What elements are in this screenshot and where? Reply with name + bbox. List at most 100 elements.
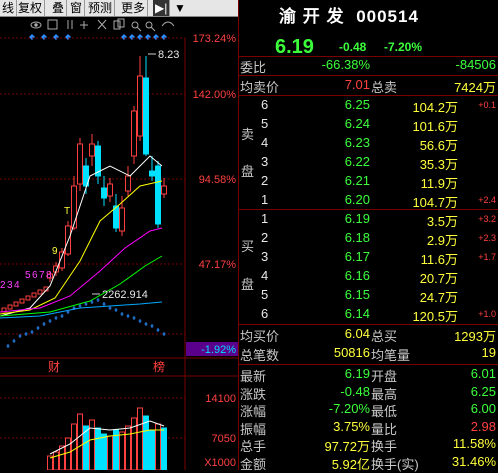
- avg-sell-label: 均卖价: [240, 80, 280, 95]
- stat-label: 涨跌: [240, 386, 267, 402]
- avg-buy-row: 均买价 6.04 总买 1293万: [239, 326, 498, 344]
- stat-value: 2.98: [470, 418, 496, 434]
- level-index: 6: [261, 97, 269, 112]
- volume-bar: [77, 413, 83, 470]
- stat-row: 总手 97.72万 换手 11.58%: [239, 436, 498, 454]
- marker-diamond: [29, 34, 35, 40]
- pct-label-4: 47.17%: [199, 259, 237, 271]
- divider: [239, 364, 498, 365]
- marker-diamond: [121, 34, 127, 40]
- volume-bar: [89, 419, 95, 470]
- toolbar-collapse-icon[interactable]: ▶|: [153, 0, 171, 16]
- volume-bar: [149, 429, 155, 470]
- divider: [239, 209, 498, 210]
- toolbar-line-button[interactable]: 线: [0, 0, 18, 16]
- total-buy-value: 1293万: [454, 329, 496, 344]
- total-trades-label: 总笔数: [240, 348, 280, 363]
- level-index: 3: [261, 154, 269, 169]
- marker-diamond: [53, 34, 59, 40]
- stat-row: 金额 5.92亿 换手(实) 31.46%: [239, 454, 498, 472]
- sell-level-row: 5 6.24 101.6万: [239, 116, 498, 134]
- sell-level-row: 4 6.23 56.6万: [239, 135, 498, 153]
- toolbar-more-button[interactable]: 更多: [119, 0, 149, 16]
- level-volume: 11.9万: [420, 176, 458, 191]
- candle-body: [31, 292, 37, 298]
- stat-value: 97.72万: [324, 439, 370, 454]
- candle-body: [19, 298, 25, 304]
- level-price: 6.21: [344, 173, 370, 188]
- level-diff: +0.1: [478, 100, 496, 110]
- total-trades-value: 50816: [333, 345, 370, 360]
- level-price: 6.23: [344, 135, 370, 150]
- wave-label-7: 7: [39, 270, 45, 281]
- volume-bar: [125, 425, 131, 470]
- toolbar-overlay-button[interactable]: 叠: [50, 0, 68, 16]
- level-volume: 104.2万: [412, 100, 458, 115]
- rank-mark[interactable]: 榜: [153, 359, 165, 374]
- candle-body: [37, 289, 43, 295]
- kline-panel[interactable]: 线 复权 叠 窗 预测 更多 ▶| ▼ 173.24% 142.00% 94.5…: [0, 0, 239, 470]
- stat-value: 3.75%: [333, 418, 370, 434]
- quote-panel: 渝 开 发 000514 6.19 -0.48 -7.20% 委比 -66.38…: [239, 0, 498, 472]
- toolbar-fuquan-button[interactable]: 复权: [16, 0, 46, 16]
- price-change: -0.48: [339, 40, 367, 54]
- drawing-tools-icons[interactable]: [30, 18, 175, 32]
- buy-level-row: 5 6.15 24.7万: [239, 287, 498, 305]
- sell-level-row: 3 6.22 35.3万: [239, 154, 498, 172]
- candle-body: [137, 75, 143, 137]
- pct-label-5: -1.92%: [201, 344, 236, 356]
- volume-bar: [95, 427, 101, 470]
- marker-diamond: [41, 34, 47, 40]
- level-volume: 11.6万: [420, 252, 458, 267]
- marker-diamond: [65, 34, 71, 40]
- level-index: 3: [261, 249, 269, 264]
- candle-body: [107, 183, 113, 197]
- buy-level-row: 3 6.17 11.6万 +1.7: [239, 249, 498, 267]
- stat-row: 振幅 3.75% 量比 2.98: [239, 419, 498, 437]
- stat-value: -7.20%: [328, 401, 370, 416]
- wave-label-2: 2: [0, 280, 6, 291]
- level-volume: 20.7万: [419, 271, 458, 286]
- marker-diamond: [129, 34, 135, 40]
- toolbar-forecast-button[interactable]: 预测: [86, 0, 116, 16]
- stat-value: 6.01: [470, 366, 496, 381]
- pct-label-1: 173.24%: [193, 33, 237, 45]
- volume-bar: [137, 407, 143, 470]
- stat-label: 最低: [371, 404, 398, 419]
- level-diff: +2.4: [478, 195, 496, 205]
- candle-body: [161, 185, 167, 195]
- stat-label: 振幅: [240, 421, 267, 437]
- level-index: 4: [261, 268, 269, 283]
- weibi-label: 委比: [240, 60, 267, 75]
- volume-bar: [143, 415, 149, 470]
- level-price: 6.16: [344, 268, 370, 283]
- candle-body: [155, 165, 161, 225]
- level-price: 6.17: [344, 249, 370, 264]
- stock-title: 渝 开 发 000514: [279, 2, 419, 27]
- level-volume: 2.9万: [426, 233, 458, 248]
- level-diff: +1.0: [478, 309, 496, 319]
- divider: [239, 95, 498, 96]
- weibi-row: 委比 -66.38% -84506: [239, 57, 498, 75]
- level-price: 6.19: [344, 211, 370, 226]
- stat-label: 涨幅: [240, 404, 267, 419]
- candle-body: [71, 185, 77, 229]
- volume-bar: [101, 433, 107, 470]
- avg-buy-value: 6.04: [344, 326, 370, 341]
- buy-level-row: 1 6.19 3.5万 +3.2: [239, 211, 498, 229]
- total-sell-value: 7424万: [454, 80, 496, 95]
- toolbar-window-button[interactable]: 窗: [68, 0, 86, 16]
- finance-mark[interactable]: 财: [48, 360, 60, 374]
- volume-bar: [107, 435, 113, 470]
- level-price: 6.22: [344, 154, 370, 169]
- kline-chart[interactable]: 173.24% 142.00% 94.58% 47.17% -1.92% 8.2…: [0, 16, 238, 470]
- level-price: 6.24: [344, 116, 370, 131]
- wave-label-6: 6: [32, 270, 38, 281]
- level-index: 6: [261, 306, 269, 321]
- level-volume: 56.6万: [419, 138, 458, 153]
- volume-bar: [65, 437, 71, 470]
- marker-diamond: [145, 34, 151, 40]
- toolbar-dropdown-icon[interactable]: ▼: [172, 0, 188, 16]
- level-index: 1: [261, 192, 269, 207]
- pct-label-2: 142.00%: [193, 89, 237, 101]
